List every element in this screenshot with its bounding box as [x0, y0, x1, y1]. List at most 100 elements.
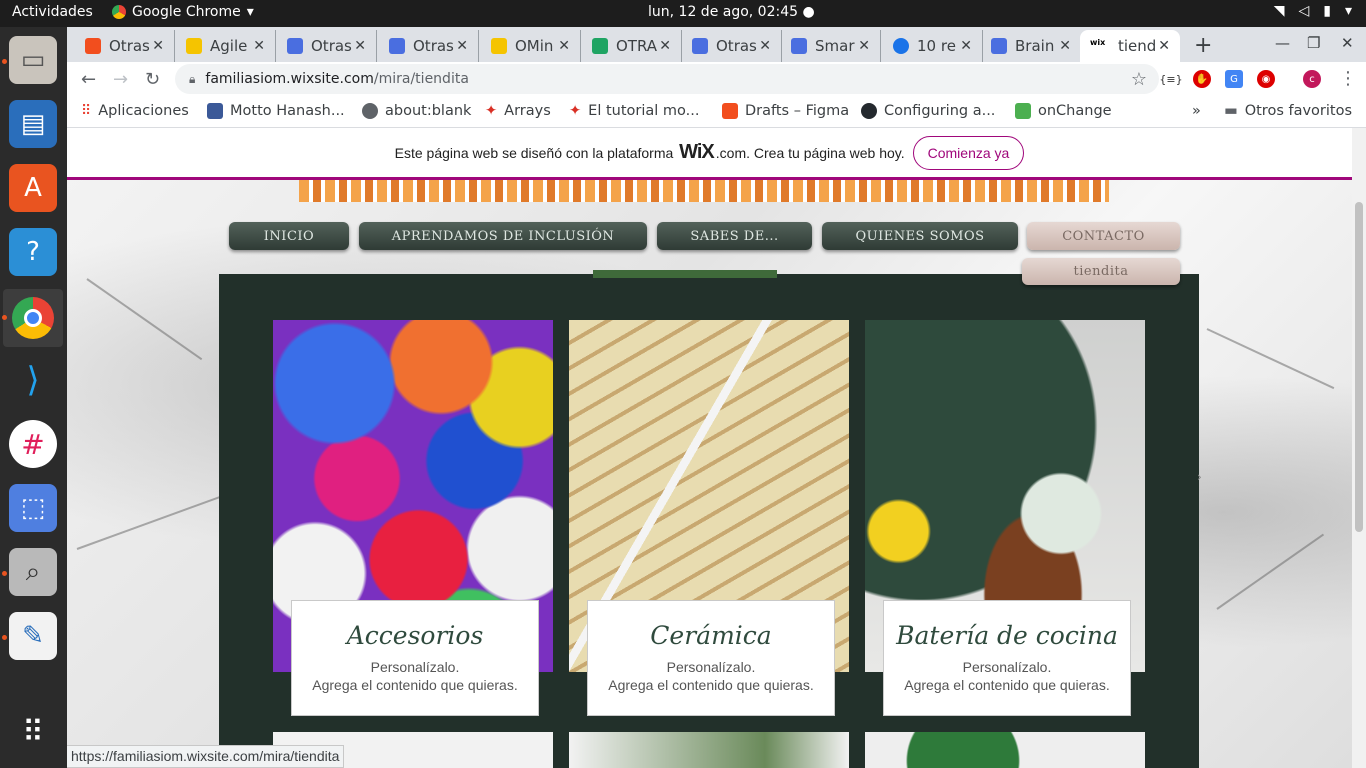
slack-icon[interactable]: # [9, 420, 57, 468]
running-indicator [2, 571, 7, 576]
chrome-dock-icon[interactable] [3, 289, 63, 347]
software-center-icon[interactable]: A [9, 164, 57, 212]
scrollbar-thumb[interactable] [1355, 202, 1363, 532]
browser-tab[interactable]: Otras ✕ [277, 30, 377, 62]
tab-title: Otras [716, 37, 757, 55]
close-icon[interactable]: ✕ [759, 38, 771, 54]
close-icon[interactable]: ✕ [1059, 38, 1071, 54]
product-title[interactable]: Batería de cocina [884, 621, 1130, 650]
nav-inicio[interactable]: INICIO [229, 222, 349, 250]
nav-contacto[interactable]: CONTACTO [1027, 222, 1180, 250]
bookmark-item[interactable]: ✦ El tutorial mo... [569, 103, 699, 119]
volume-icon: ◁ [1298, 3, 1310, 19]
bookmark-item[interactable]: about:blank [362, 103, 471, 119]
wix-favicon-icon: wix [1090, 38, 1110, 54]
browser-toolbar: ← → ↻ 🔒︎ familiasiom.wixsite.com/mira/ti… [67, 62, 1366, 96]
browser-tab[interactable]: Otras ✕ [379, 30, 479, 62]
profile-avatar[interactable]: c [1303, 70, 1321, 88]
forward-button[interactable]: → [113, 69, 128, 90]
product-title[interactable]: Cerámica [588, 621, 834, 650]
close-icon[interactable]: ✕ [253, 38, 265, 54]
minimize-button[interactable]: — [1275, 34, 1290, 52]
vscode-icon[interactable]: ⟩ [9, 356, 57, 404]
bookmark-apps[interactable]: ⠿ Aplicaciones [81, 103, 189, 119]
json-extension-icon[interactable]: {≡} [1159, 70, 1182, 88]
page-scrollbar[interactable] [1352, 128, 1366, 768]
translate-icon[interactable]: G [1225, 70, 1243, 88]
more-bookmarks-button[interactable]: » [1192, 103, 1201, 119]
product-title[interactable]: Accesorios [292, 621, 538, 650]
browser-tab[interactable]: Smar ✕ [781, 30, 881, 62]
new-tab-button[interactable]: + [1194, 33, 1212, 58]
chevron-right-icon[interactable]: › [1197, 470, 1202, 484]
nav-sabes[interactable]: SABES DE... [657, 222, 812, 250]
close-icon[interactable]: ✕ [152, 38, 164, 54]
maximize-button[interactable]: ❐ [1307, 34, 1320, 52]
close-icon[interactable]: ✕ [354, 38, 366, 54]
system-top-bar: Actividades Google Chrome ▾ lun, 12 de a… [0, 0, 1366, 27]
tab-favicon-icon [491, 38, 507, 54]
browser-tab[interactable]: OTRA ✕ [582, 30, 682, 62]
close-icon[interactable]: ✕ [858, 38, 870, 54]
extension-icon[interactable]: ◉ [1257, 70, 1275, 88]
start-now-button[interactable]: Comienza ya [912, 135, 1025, 170]
chrome-icon [112, 5, 126, 19]
screenshot-icon[interactable]: ⬚ [9, 484, 57, 532]
browser-tab[interactable]: OMin ✕ [481, 30, 581, 62]
browser-tab-active[interactable]: wix tiend ✕ [1080, 30, 1180, 62]
lock-icon: 🔒︎ [189, 71, 196, 86]
browser-tab[interactable]: 10 re ✕ [883, 30, 983, 62]
tab-strip: Otras ✕ Agile ✕ Otras ✕ Otras ✕ OMin ✕ OTRA ✕ … [67, 27, 1366, 62]
bookmark-label: Drafts – Figma [745, 103, 850, 119]
writer-icon[interactable]: ▤ [9, 100, 57, 148]
browser-tab[interactable]: Brain ✕ [981, 30, 1081, 62]
product-card[interactable]: Accesorios Personalízalo. Agrega el cont… [273, 320, 553, 716]
url-path: /mira/tiendita [373, 71, 469, 87]
help-icon[interactable]: ? [9, 228, 57, 276]
bookmark-item[interactable]: Drafts – Figma [722, 103, 849, 119]
codepen-icon [1015, 103, 1031, 119]
bookmark-item[interactable]: Configuring a... [861, 103, 995, 119]
nav-aprendamos[interactable]: APRENDAMOS DE INCLUSIÓN [359, 222, 647, 250]
close-icon[interactable]: ✕ [1158, 38, 1170, 54]
tab-title: Otras [413, 37, 454, 55]
close-window-button[interactable]: ✕ [1341, 34, 1354, 52]
bookmark-star-icon[interactable]: ☆ [1131, 69, 1147, 90]
other-bookmarks[interactable]: ▬ Otros favoritos [1224, 103, 1352, 119]
close-icon[interactable]: ✕ [456, 38, 468, 54]
product-description: Agrega el contenido que quieras. [312, 677, 518, 693]
bookmark-item[interactable]: Motto Hanash... [207, 103, 345, 119]
product-card[interactable]: Cerámica Personalízalo. Agrega el conten… [569, 320, 849, 716]
bookmark-item[interactable]: onChange [1015, 103, 1112, 119]
product-caption: Batería de cocina Personalízalo. Agrega … [883, 600, 1131, 716]
wix-promo-bar: Este página web se diseñó con la platafo… [67, 128, 1352, 180]
adblock-icon[interactable]: ✋ [1193, 70, 1211, 88]
text-editor-icon[interactable]: ✎ [9, 612, 57, 660]
activities-button[interactable]: Actividades [12, 4, 93, 20]
bookmark-item[interactable]: ✦ Arrays [485, 103, 551, 119]
close-icon[interactable]: ✕ [659, 38, 671, 54]
address-bar[interactable]: 🔒︎ familiasiom.wixsite.com/mira/tiendita… [175, 64, 1159, 94]
nav-quienes-somos[interactable]: QUIENES SOMOS [822, 222, 1018, 250]
browser-tab[interactable]: Otras ✕ [75, 30, 175, 62]
header-banner [299, 180, 1109, 202]
figma-icon [722, 103, 738, 119]
status-bar-url: https://familiasiom.wixsite.com/mira/tie… [67, 745, 345, 768]
menu-kebab-icon[interactable]: ⋮ [1339, 68, 1357, 89]
back-button[interactable]: ← [81, 69, 96, 90]
magnifier-icon[interactable]: ⌕ [9, 548, 57, 596]
app-menu[interactable]: Google Chrome ▾ [112, 4, 254, 20]
folder-icon: ▬ [1224, 103, 1238, 119]
browser-tab[interactable]: Agile ✕ [176, 30, 276, 62]
reload-button[interactable]: ↻ [145, 69, 160, 90]
clock[interactable]: lun, 12 de ago, 02:45 ● [648, 4, 815, 20]
system-tray[interactable]: ◥ ◁ ▮ ▾ [1274, 3, 1352, 19]
close-icon[interactable]: ✕ [960, 38, 972, 54]
close-icon[interactable]: ✕ [558, 38, 570, 54]
files-icon[interactable]: ▭ [9, 36, 57, 84]
nav-tiendita[interactable]: tiendita [1022, 258, 1180, 285]
figure-icon: ✦ [569, 103, 582, 119]
browser-tab[interactable]: Otras ✕ [682, 30, 782, 62]
show-apps-icon[interactable]: ⠿ [9, 708, 57, 756]
product-card[interactable]: Batería de cocina Personalízalo. Agrega … [865, 320, 1145, 716]
